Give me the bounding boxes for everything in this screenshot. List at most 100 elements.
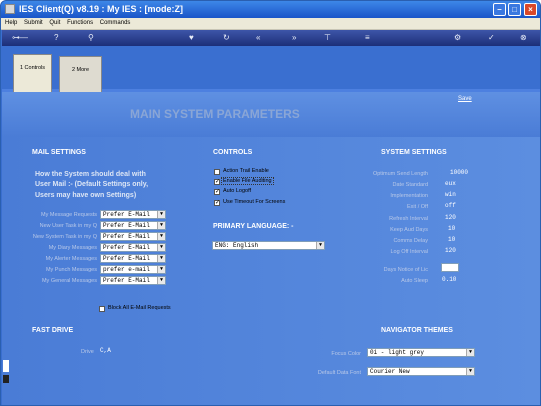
- system-value-implementation[interactable]: win: [445, 191, 456, 198]
- mail-select-diary[interactable]: Prefer E-Mail ▼: [100, 243, 166, 252]
- system-value-auto-sleep[interactable]: 0.10: [442, 276, 456, 283]
- screen-timeout-checkbox[interactable]: ✓: [214, 200, 220, 206]
- minimize-button[interactable]: –: [493, 3, 506, 16]
- dropdown-arrow-icon: ▼: [157, 211, 165, 218]
- tab-controls-label: 1 Controls: [19, 65, 46, 71]
- window-title: IES Client(Q) v8.19 : My IES : [mode:Z]: [19, 4, 184, 14]
- search-icon[interactable]: ⚲: [88, 33, 94, 43]
- mail-select-alerter[interactable]: Prefer E-Mail ▼: [100, 254, 166, 263]
- content-panel: Save MAIN SYSTEM PARAMETERS MAIL SETTING…: [2, 92, 540, 405]
- check-icon[interactable]: ✓: [488, 33, 495, 43]
- mail-select-general[interactable]: Prefer E-Mail ▼: [100, 276, 166, 285]
- mail-label-general: My General Messages: [41, 278, 97, 284]
- mail-description-line-2: User Mail :- (Default Settings only,: [35, 181, 149, 188]
- tab-controls[interactable]: 1 Controls: [13, 54, 52, 92]
- menu-quit[interactable]: Quit: [49, 20, 60, 26]
- title-bar: IES Client(Q) v8.19 : My IES : [mode:Z] …: [1, 1, 540, 18]
- system-label-exit: Exit / Off: [407, 204, 428, 210]
- mail-description-line-1: How the System should deal with: [35, 171, 146, 178]
- close-button[interactable]: ×: [524, 3, 537, 16]
- menu-submit[interactable]: Submit: [24, 20, 43, 26]
- system-value-keep-aud[interactable]: 10: [448, 225, 455, 232]
- system-input-lic-notice[interactable]: [441, 263, 459, 272]
- mail-select-user-task[interactable]: Prefer E-Mail ▼: [100, 221, 166, 230]
- cancel-icon[interactable]: ⊗: [520, 33, 527, 43]
- mail-label-system-task: New System Task in my Q: [32, 234, 97, 240]
- navigator-themes-heading: NAVIGATOR THEMES: [381, 327, 453, 334]
- menu-bar: Help Submit Quit Functions Commands: [1, 18, 540, 30]
- save-link[interactable]: Save: [458, 96, 472, 102]
- dropdown-arrow-icon: ▼: [157, 222, 165, 229]
- mail-select-message-requests[interactable]: Prefer E-Mail ▼: [100, 210, 166, 219]
- back-icon[interactable]: «: [256, 33, 260, 43]
- forward-icon[interactable]: »: [292, 33, 296, 43]
- mail-label-punch: My Punch Messages: [45, 267, 97, 273]
- file-auditing-checkbox[interactable]: ✓: [214, 179, 220, 185]
- system-label-logoff: Log Off Interval: [390, 249, 428, 255]
- system-settings-heading: SYSTEM SETTINGS: [381, 149, 447, 156]
- tab-more[interactable]: 2 More: [59, 56, 102, 94]
- dropdown-arrow-icon: ▼: [157, 266, 165, 273]
- default-font-select[interactable]: Courier New ▼: [367, 367, 475, 376]
- help-icon[interactable]: ?: [54, 33, 58, 43]
- side-tab-indicator[interactable]: [3, 360, 9, 372]
- system-value-logoff[interactable]: 120: [445, 247, 456, 254]
- focus-color-select[interactable]: 0i - light grey ▼: [367, 348, 475, 357]
- system-value-date-standard[interactable]: eux: [445, 180, 456, 187]
- dropdown-arrow-icon: ▼: [157, 233, 165, 240]
- page-title: MAIN SYSTEM PARAMETERS: [130, 107, 300, 121]
- refresh-icon[interactable]: ↻: [223, 33, 230, 43]
- primary-language-heading: PRIMARY LANGUAGE: -: [213, 223, 294, 230]
- system-label-comms-delay: Comms Delay: [393, 238, 428, 244]
- action-trail-label: Action Trail Enable: [223, 168, 269, 174]
- drive-value[interactable]: C,A: [100, 347, 111, 354]
- system-value-send-length[interactable]: 10000: [450, 169, 468, 176]
- dropdown-arrow-icon: ▼: [157, 255, 165, 262]
- system-value-refresh[interactable]: 120: [445, 214, 456, 221]
- dropdown-arrow-icon: ▼: [466, 349, 474, 356]
- mail-select-system-task[interactable]: Prefer E-Mail ▼: [100, 232, 166, 241]
- system-label-keep-aud: Keep Aud Days: [390, 227, 428, 233]
- key-icon[interactable]: ⊶—: [12, 33, 28, 43]
- mail-label-user-task: New User Task in my Q: [39, 223, 97, 229]
- file-auditing-label: Enable File Auditing: [221, 177, 274, 185]
- auto-logoff-label: Auto Logoff: [223, 188, 252, 194]
- mail-select-punch[interactable]: prefer e-mail ▼: [100, 265, 166, 274]
- tab-more-label: 2 More: [71, 67, 90, 73]
- system-label-send-length: Optimum Send Length: [372, 171, 428, 177]
- system-label-lic-notice: Days Notice of Lic: [383, 267, 428, 273]
- block-all-email-checkbox[interactable]: [99, 306, 105, 312]
- bookmark-icon[interactable]: ⊤: [324, 33, 331, 43]
- toolbar: ⊶— ? ⚲ ♥ ↻ « » ⊤ ≡ ⚙ ✓ ⊗: [2, 30, 540, 46]
- heart-icon[interactable]: ♥: [189, 33, 194, 43]
- system-value-exit[interactable]: off: [445, 202, 456, 209]
- tab-strip: 1 Controls 2 More: [2, 46, 540, 94]
- system-value-comms-delay[interactable]: 10: [448, 236, 455, 243]
- side-marker-icon: [3, 375, 9, 383]
- default-font-label: Default Data Font: [317, 370, 361, 376]
- settings-icon[interactable]: ⚙: [454, 33, 461, 43]
- controls-heading: CONTROLS: [213, 149, 253, 156]
- mail-settings-heading: MAIL SETTINGS: [32, 149, 86, 156]
- system-label-implementation: Implementation: [390, 193, 428, 199]
- focus-color-label: Focus Color: [331, 351, 361, 357]
- menu-functions[interactable]: Functions: [67, 20, 93, 26]
- app-window: IES Client(Q) v8.19 : My IES : [mode:Z] …: [0, 0, 541, 406]
- maximize-button[interactable]: □: [508, 3, 521, 16]
- menu-commands[interactable]: Commands: [100, 20, 131, 26]
- action-trail-checkbox[interactable]: [214, 169, 220, 175]
- mail-description-line-3: Users may have own Settings): [35, 192, 137, 199]
- drive-label: Drive: [81, 349, 94, 355]
- dropdown-arrow-icon: ▼: [157, 277, 165, 284]
- app-icon: [5, 4, 15, 14]
- screen-timeout-label: Use Timeout For Screens: [223, 199, 286, 205]
- dropdown-arrow-icon: ▼: [316, 242, 324, 249]
- mail-label-alerter: My Alerter Messages: [45, 256, 97, 262]
- menu-help[interactable]: Help: [5, 20, 17, 26]
- language-select[interactable]: ENG: English ▼: [212, 241, 325, 250]
- dropdown-arrow-icon: ▼: [466, 368, 474, 375]
- fast-drive-heading: FAST DRIVE: [32, 327, 74, 334]
- list-icon[interactable]: ≡: [365, 33, 370, 43]
- mail-label-message-requests: My Message Requests: [41, 212, 97, 218]
- auto-logoff-checkbox[interactable]: ✓: [214, 189, 220, 195]
